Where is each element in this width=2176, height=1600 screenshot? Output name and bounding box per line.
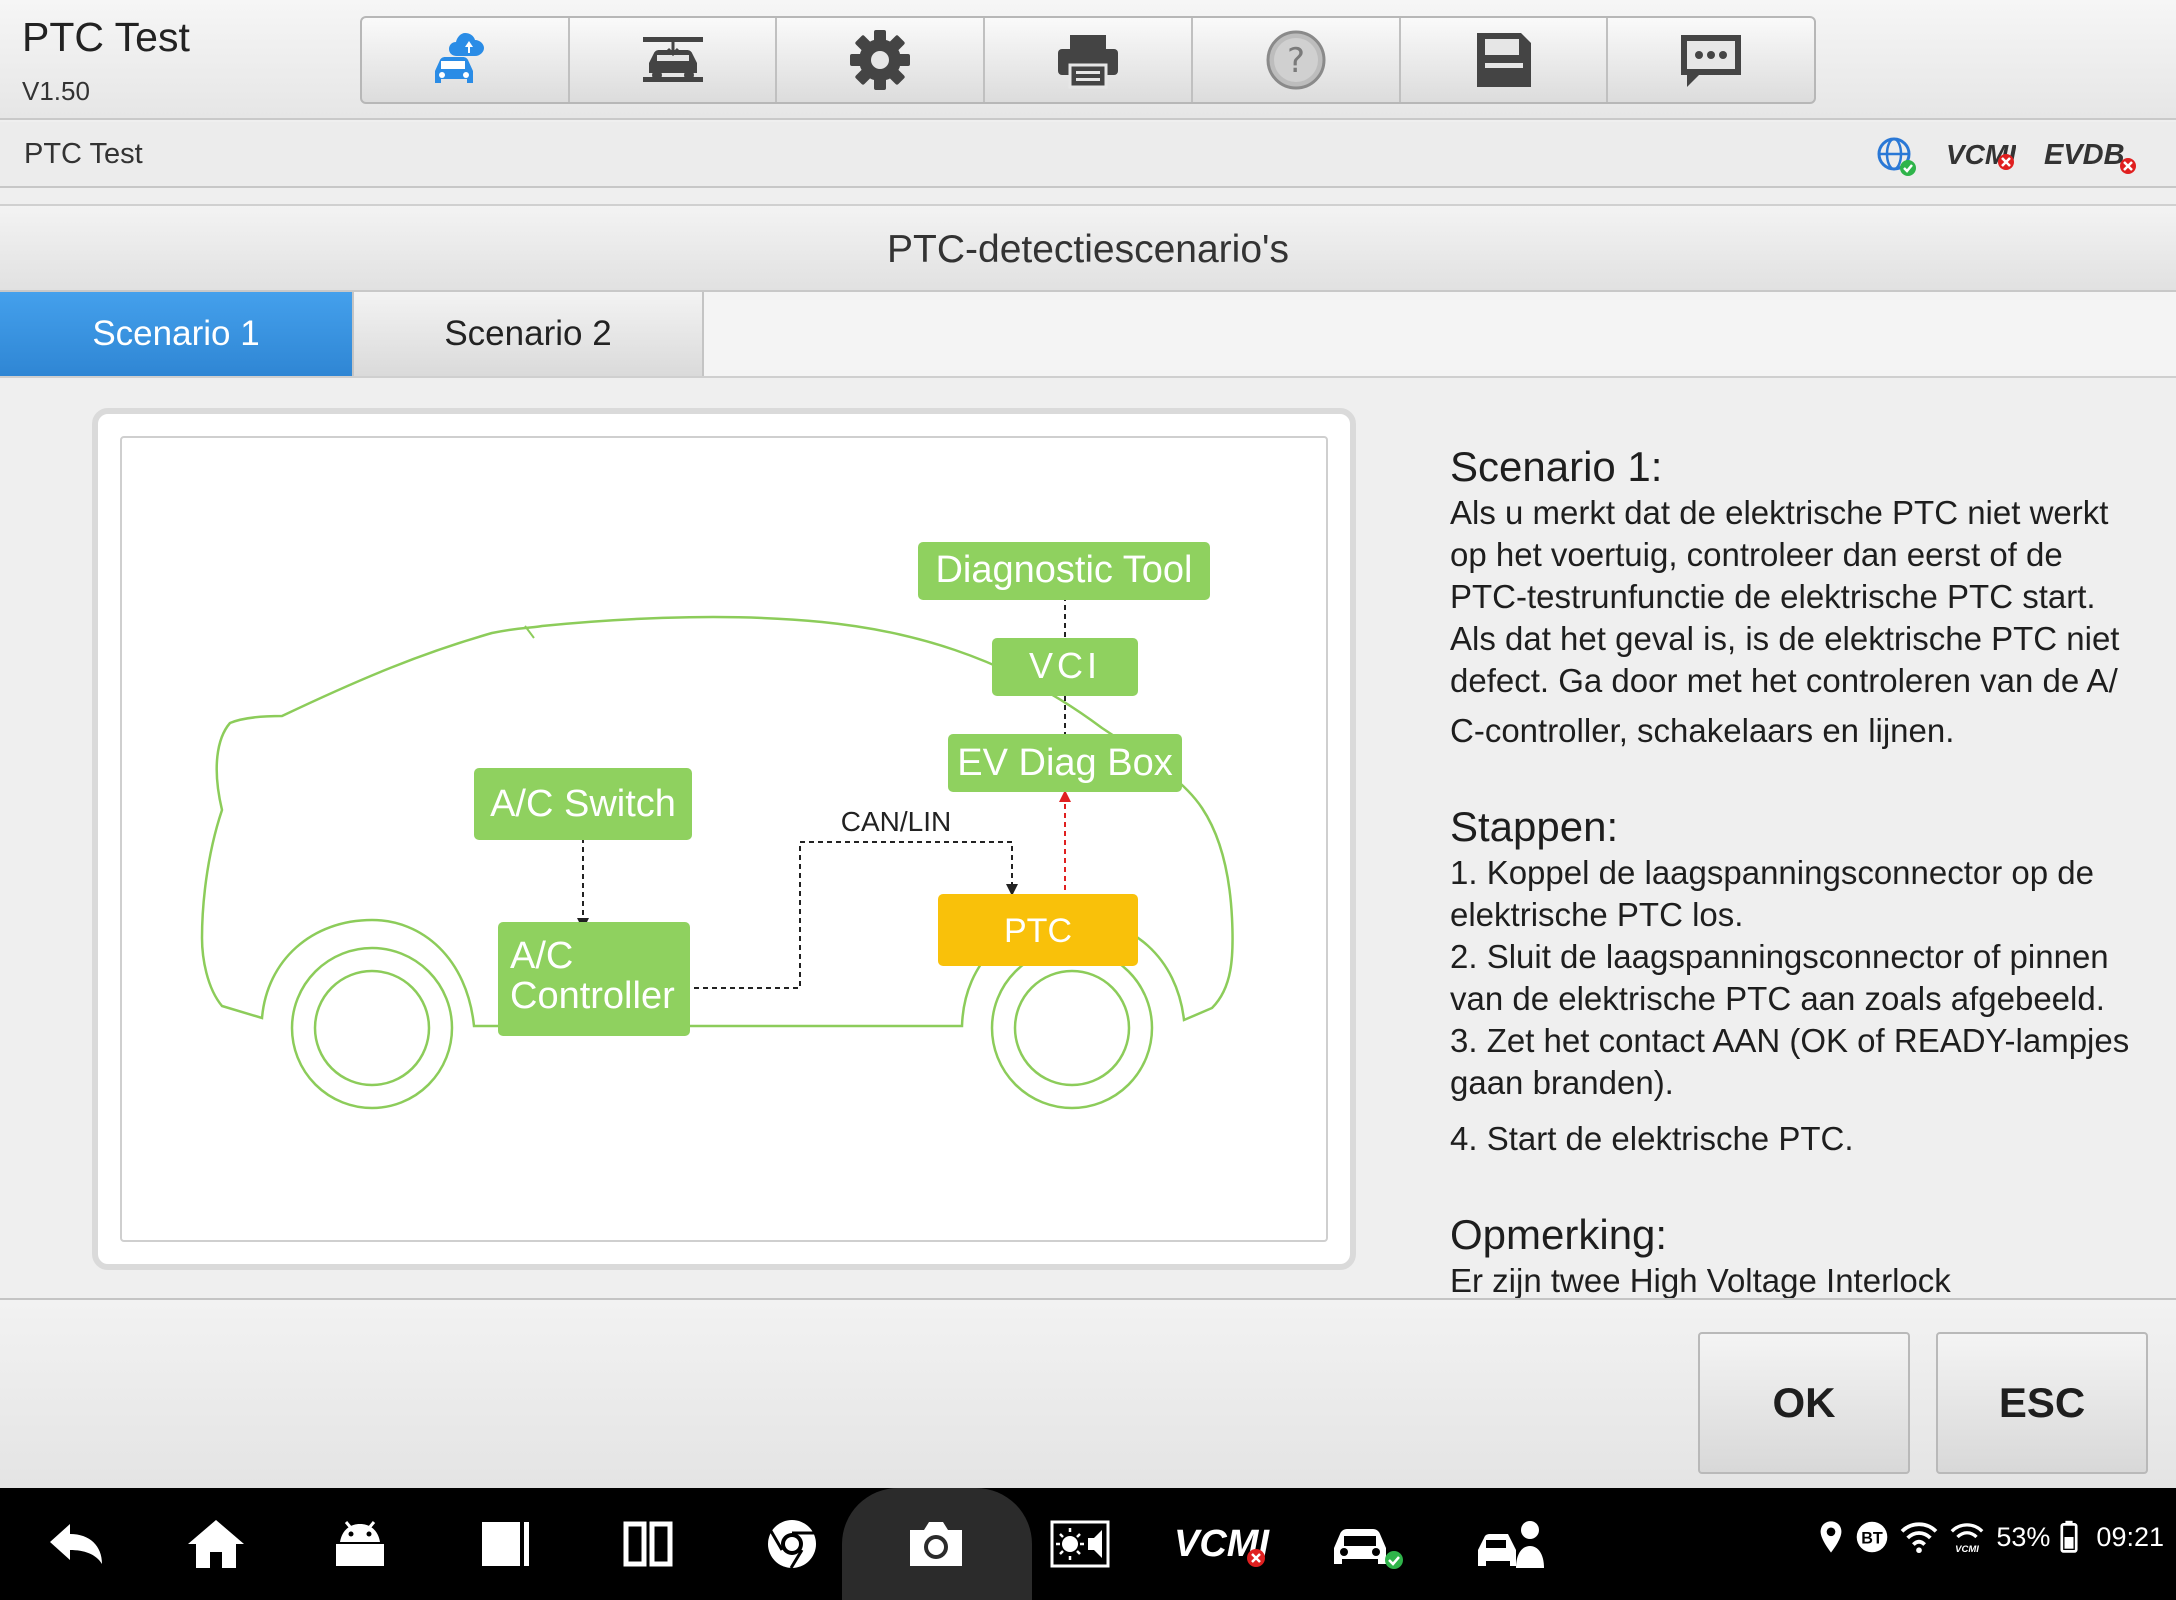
scenario-tabs: Scenario 1 Scenario 2 <box>0 292 2176 378</box>
browser-button[interactable] <box>756 1512 828 1576</box>
chrome-icon <box>768 1520 816 1569</box>
chat-icon <box>1681 35 1742 87</box>
bluetooth-icon: BT <box>1857 1521 1888 1553</box>
step-line: 4. Start de elektrische PTC. <box>1450 1120 1854 1157</box>
esc-button[interactable]: ESC <box>1936 1332 2148 1474</box>
toolbar: ? <box>360 16 1816 104</box>
scenario-description: Scenario 1: Als u merkt dat de elektrisc… <box>1450 442 2162 1298</box>
back-button[interactable] <box>40 1512 112 1576</box>
scenario-line: Als u merkt dat de elektrische PTC niet … <box>1450 494 2109 531</box>
tab-scenario-2[interactable]: Scenario 2 <box>352 292 704 376</box>
messages-button[interactable] <box>1608 18 1814 102</box>
footer-bar: OK ESC <box>0 1298 2176 1488</box>
system-tray: BT VCMI 53% 09:21 <box>1818 1518 2164 1556</box>
printer-icon <box>1058 35 1119 89</box>
ev-diag-box-label: EV Diag Box <box>957 742 1172 784</box>
vehicle-cloud-button[interactable] <box>362 18 570 102</box>
android-icon <box>336 1521 384 1566</box>
save-button[interactable] <box>1401 18 1609 102</box>
bt-label: BT <box>1862 1529 1884 1547</box>
ac-controller-label-line1: A/C <box>510 935 573 977</box>
split-screen-icon <box>623 1521 673 1567</box>
sub-header: PTC Test VCMI EVDB <box>0 122 2176 188</box>
step-line: 3. Zet het contact AAN (OK of READY-lamp… <box>1450 1022 2130 1059</box>
ac-switch-label: A/C Switch <box>490 783 676 825</box>
camera-icon <box>910 1522 962 1566</box>
vcmi-wifi-icon: VCMI <box>1951 1523 1984 1555</box>
ac-controller-label-line2: Controller <box>510 975 675 1017</box>
save-icon <box>1477 33 1532 87</box>
scenario-line: defect. Ga door met het controleren van … <box>1450 662 2118 699</box>
home-icon <box>188 1520 244 1568</box>
diagram-canvas: CAN/LIN Diagnostic Tool VCI EV Diag Box … <box>120 436 1328 1242</box>
battery-icon <box>2060 1520 2078 1553</box>
help-button[interactable]: ? <box>1193 18 1401 102</box>
back-arrow-icon <box>50 1524 102 1564</box>
evdb-disconnected-icon: EVDB <box>2044 139 2136 174</box>
technician-button[interactable] <box>1474 1512 1554 1576</box>
note-text: Er zijn twee High Voltage Interlock <box>1450 1262 1951 1298</box>
brightness-button[interactable] <box>1044 1512 1116 1576</box>
vcmi-button[interactable]: VCMI <box>1172 1512 1272 1576</box>
section-title-bar: PTC-detectiescenario's <box>0 204 2176 292</box>
step-line: van de elektrische PTC aan zoals afgebee… <box>1450 980 2105 1017</box>
step-line: 1. Koppel de laagspanningsconnector op d… <box>1450 854 2094 891</box>
evdb-status-label: EVDB <box>2044 139 2125 171</box>
scenario-line: Als dat het geval is, is de elektrische … <box>1450 620 2120 657</box>
wifi-icon <box>1901 1522 1938 1554</box>
scenario-line: C-controller, schakelaars en lijnen. <box>1450 712 1955 749</box>
location-icon <box>1820 1521 1842 1553</box>
rear-wheel <box>290 946 454 1110</box>
vcmi-disconnected-icon: VCMI <box>1946 139 2016 170</box>
app-version: V1.50 <box>22 76 90 106</box>
settings-button[interactable] <box>777 18 986 102</box>
print-button[interactable] <box>985 18 1193 102</box>
tab-scenario-1[interactable]: Scenario 1 <box>0 292 352 376</box>
car-technician-icon <box>1478 1521 1544 1568</box>
content-area[interactable]: CAN/LIN Diagnostic Tool VCI EV Diag Box … <box>0 380 2176 1298</box>
scenario-heading: Scenario 1: <box>1450 443 1663 490</box>
app-header: PTC Test V1.50 ? <box>0 0 2176 120</box>
battery-percent: 53% <box>1996 1521 2051 1552</box>
android-home-button[interactable] <box>324 1512 396 1576</box>
vehicle-lift-button[interactable] <box>570 18 778 102</box>
note-heading: Opmerking: <box>1450 1211 1668 1258</box>
vci-label: VCI <box>1029 645 1101 686</box>
vcmi-icon: VCMI <box>1174 1523 1270 1567</box>
brightness-volume-icon <box>1050 1520 1110 1568</box>
scenario-line: PTC-testrunfunctie de elektrische PTC st… <box>1450 578 2096 615</box>
ptc-label: PTC <box>1004 912 1072 950</box>
svg-text:?: ? <box>1287 41 1305 81</box>
ok-button[interactable]: OK <box>1698 1332 1910 1474</box>
breadcrumb: PTC Test <box>24 138 143 170</box>
vehicle-connected-button[interactable] <box>1328 1512 1408 1576</box>
front-wheel <box>990 946 1154 1110</box>
recent-apps-icon <box>482 1522 529 1566</box>
diagnostic-tool-label: Diagnostic Tool <box>935 549 1192 591</box>
svg-text:VCMI: VCMI <box>1956 1544 1980 1555</box>
home-button[interactable] <box>180 1512 252 1576</box>
gear-icon <box>850 30 911 90</box>
car-connected-icon <box>1334 1529 1403 1569</box>
step-line: gaan branden). <box>1450 1064 1674 1101</box>
step-line: elektrische PTC los. <box>1450 896 1744 933</box>
scenario-line: op het voertuig, controleer dan eerst of… <box>1450 536 2063 573</box>
clock: 09:21 <box>2096 1521 2164 1552</box>
split-screen-button[interactable] <box>612 1512 684 1576</box>
lift-icon <box>642 37 703 82</box>
steps-heading: Stappen: <box>1450 803 1619 850</box>
globe-connected-icon <box>1877 137 1916 176</box>
app-title: PTC Test <box>22 14 190 60</box>
step-line: 2. Sluit de laagspanningsconnector of pi… <box>1450 938 2109 975</box>
system-navbar: VCMI BT VCMI 53% 09:21 <box>0 1488 2176 1600</box>
can-lin-label: CAN/LIN <box>841 806 951 837</box>
connection-status: VCMI EVDB <box>1874 134 2140 178</box>
car-cloud-icon <box>434 33 484 83</box>
screenshot-button[interactable] <box>900 1512 972 1576</box>
section-title: PTC-detectiescenario's <box>887 228 1289 271</box>
ptc-connection-diagram: CAN/LIN Diagnostic Tool VCI EV Diag Box … <box>200 542 1234 1110</box>
help-icon: ? <box>1266 30 1326 90</box>
diagram-frame: CAN/LIN Diagnostic Tool VCI EV Diag Box … <box>92 408 1356 1270</box>
recent-apps-button[interactable] <box>468 1512 540 1576</box>
